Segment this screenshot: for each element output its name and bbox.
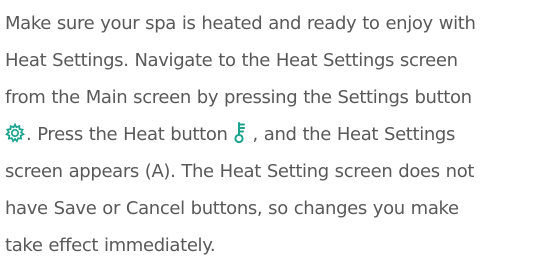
settings-gear-icon — [5, 123, 25, 143]
text-line-3: from the Main screen by pressing the Set… — [5, 87, 472, 108]
text-line-1: Make sure your spa is heated and ready t… — [5, 13, 476, 34]
text-line-6: have Save or Cancel buttons, so changes … — [5, 198, 459, 219]
instruction-paragraph: Make sure your spa is heated and ready t… — [5, 5, 541, 264]
text-press-heat: . Press the Heat button — [26, 124, 228, 145]
text-line-5: screen appears (A). The Heat Setting scr… — [5, 161, 475, 182]
text-line-2: Heat Settings. Navigate to the Heat Sett… — [5, 50, 458, 71]
text-heat-settings-appears: , and the Heat Settings — [252, 124, 456, 145]
text-line-7: take effect immediately. — [5, 235, 216, 256]
text-line-4: . Press the Heat button , and the Heat S… — [5, 116, 541, 153]
heat-thermometer-icon — [233, 120, 248, 144]
